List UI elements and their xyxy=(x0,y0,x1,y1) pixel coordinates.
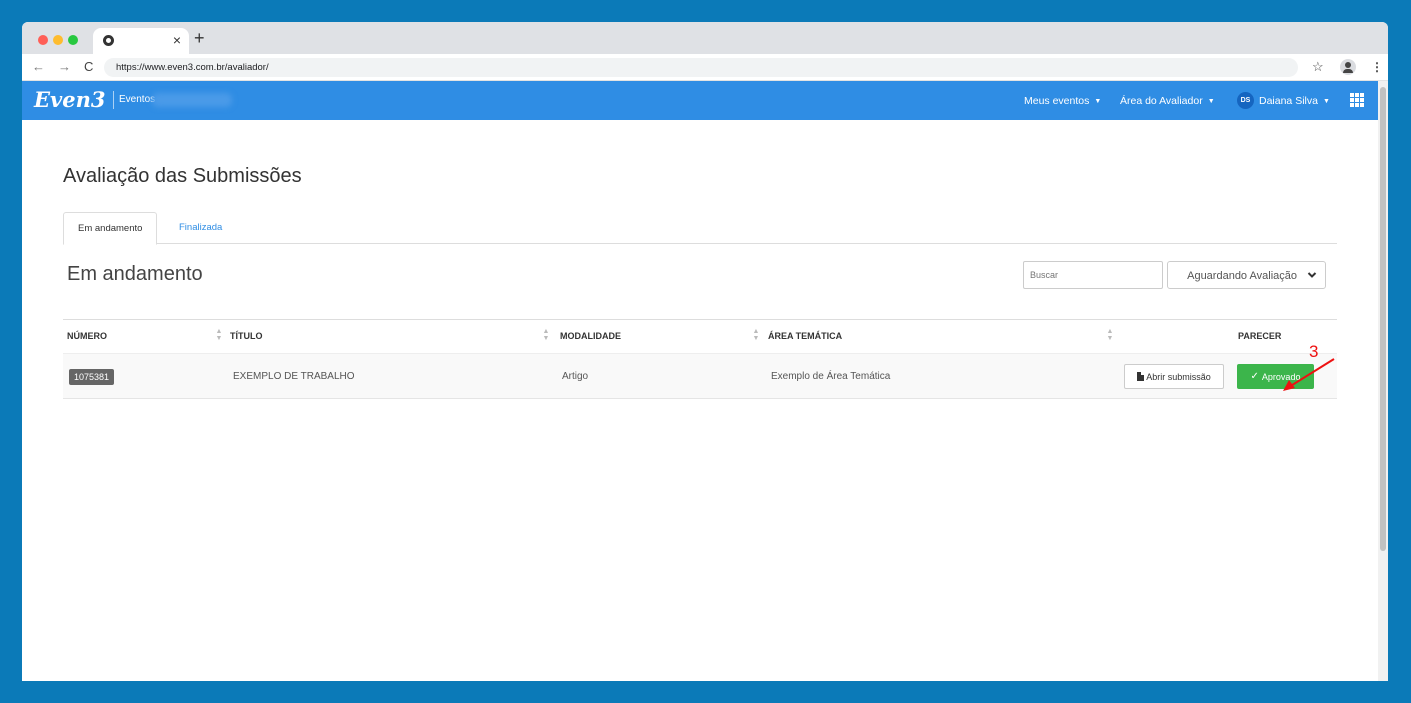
check-icon: ✓ xyxy=(1250,371,1259,382)
page-content: Avaliação das Submissões Em andamento Fi… xyxy=(22,120,1378,681)
file-icon xyxy=(1137,372,1145,381)
close-window-button[interactable] xyxy=(38,35,48,45)
favicon-icon xyxy=(103,35,114,46)
logo-divider xyxy=(113,91,114,109)
nav-area-avaliador[interactable]: Área do Avaliador ▼ xyxy=(1120,95,1215,108)
status-filter-select[interactable]: Aguardando Avaliação xyxy=(1167,261,1326,289)
column-numero[interactable]: NÚMERO xyxy=(67,330,107,342)
chevron-down-icon xyxy=(1307,272,1317,278)
page-scrollbar[interactable] xyxy=(1378,81,1388,681)
app-navbar: Even3 Eventos Meus eventos ▼ Área do Aval… xyxy=(22,81,1378,120)
caret-down-icon: ▼ xyxy=(1094,98,1102,105)
submission-area: Exemplo de Área Temática xyxy=(771,371,891,382)
nav-user-menu[interactable]: Daiana Silva ▼ xyxy=(1259,95,1330,108)
sort-icon[interactable]: ▲ ▼ xyxy=(215,328,223,342)
open-submission-button[interactable]: Abrir submissão xyxy=(1124,364,1224,389)
sort-icon[interactable]: ▲ ▼ xyxy=(542,328,550,342)
sort-icon[interactable]: ▲ ▼ xyxy=(752,328,760,342)
new-tab-button[interactable]: + xyxy=(194,27,205,49)
brand-subtitle: Eventos xyxy=(119,94,156,105)
url-text: https://www.even3.com.br/avaliador/ xyxy=(116,62,269,73)
annotation-arrow-icon xyxy=(1283,358,1335,391)
status-filter-value: Aguardando Avaliação xyxy=(1187,270,1297,282)
section-title: Em andamento xyxy=(67,263,203,285)
submission-title: EXEMPLO DE TRABALHO xyxy=(233,371,355,382)
apps-grid-icon[interactable] xyxy=(1350,93,1364,107)
minimize-window-button[interactable] xyxy=(53,35,63,45)
maximize-window-button[interactable] xyxy=(68,35,78,45)
caret-down-icon: ▼ xyxy=(1322,98,1330,105)
status-tabs: Em andamento Finalizada xyxy=(63,212,1337,245)
nav-meus-eventos[interactable]: Meus eventos ▼ xyxy=(1024,95,1101,108)
page-title: Avaliação das Submissões xyxy=(63,165,302,187)
profile-icon[interactable] xyxy=(1340,59,1356,75)
table-row: 1075381 EXEMPLO DE TRABALHO Artigo Exemp… xyxy=(63,354,1337,399)
search-input[interactable] xyxy=(1023,261,1163,289)
back-icon[interactable]: ← xyxy=(32,59,45,75)
blurred-event-name xyxy=(152,93,232,107)
tab-finalizada[interactable]: Finalizada xyxy=(165,212,236,244)
close-tab-icon[interactable]: × xyxy=(173,32,181,48)
caret-down-icon: ▼ xyxy=(1207,98,1215,105)
browser-tab[interactable]: × xyxy=(93,28,189,54)
forward-icon[interactable]: → xyxy=(58,59,71,75)
browser-window: × + ← → C https://www.even3.com.br/avali… xyxy=(22,22,1388,681)
address-bar[interactable]: https://www.even3.com.br/avaliador/ xyxy=(104,58,1298,77)
reload-icon[interactable]: C xyxy=(84,59,93,75)
submission-number-badge: 1075381 xyxy=(69,369,115,385)
user-avatar[interactable]: DS xyxy=(1237,92,1254,109)
kebab-menu-icon[interactable]: ⋮ xyxy=(1371,59,1383,75)
column-parecer: PARECER xyxy=(1238,331,1282,341)
tab-strip: × + xyxy=(22,22,1388,54)
even3-logo[interactable]: Even3 xyxy=(34,88,105,112)
scrollbar-thumb[interactable] xyxy=(1380,87,1386,551)
column-area-tematica[interactable]: ÁREA TEMÁTICA xyxy=(768,330,842,342)
submission-modalidade: Artigo xyxy=(562,371,589,382)
table-header: NÚMERO ▲ ▼ TÍTULO ▲ ▼ MODALIDADE ▲ ▼ ÁREA T… xyxy=(63,319,1337,354)
column-titulo[interactable]: TÍTULO xyxy=(230,330,263,342)
submissions-table: NÚMERO ▲ ▼ TÍTULO ▲ ▼ MODALIDADE ▲ ▼ ÁREA T… xyxy=(63,319,1337,399)
sort-icon[interactable]: ▲ ▼ xyxy=(1106,328,1114,342)
tab-em-andamento[interactable]: Em andamento xyxy=(63,212,158,245)
bookmark-star-icon[interactable]: ☆ xyxy=(1312,59,1324,75)
browser-toolbar: ← → C https://www.even3.com.br/avaliador… xyxy=(22,54,1388,81)
column-modalidade[interactable]: MODALIDADE xyxy=(560,330,621,342)
